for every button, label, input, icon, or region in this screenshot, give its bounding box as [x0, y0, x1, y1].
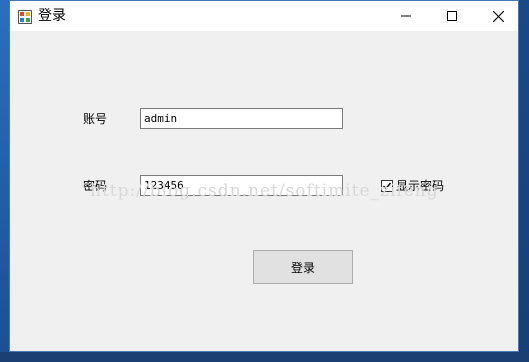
show-password-label: 显示密码 — [396, 179, 445, 193]
account-label: 账号 — [83, 112, 108, 126]
checkmark-icon — [383, 182, 392, 190]
close-icon — [492, 10, 504, 22]
show-password-checkbox[interactable]: 显示密码 — [381, 177, 444, 194]
app-icon — [18, 9, 32, 24]
minimize-icon — [401, 15, 411, 17]
desktop-background — [0, 0, 9, 362]
maximize-button[interactable] — [429, 1, 475, 31]
password-label: 密码 — [83, 179, 108, 193]
account-input[interactable]: admin — [140, 108, 343, 129]
form-area: 账号 admin 密码 123456 显示密码 登录 http://blog.c… — [10, 31, 518, 351]
close-button[interactable] — [475, 1, 521, 31]
login-button[interactable]: 登录 — [253, 250, 353, 284]
title-bar[interactable]: 登录 — [10, 1, 518, 31]
login-window: 登录 账号 admin 密码 123456 显示密码 登录 http://blo… — [9, 0, 519, 352]
taskbar-edge — [0, 352, 529, 362]
checkbox-box[interactable] — [381, 179, 393, 192]
maximize-icon — [447, 11, 457, 21]
window-title: 登录 — [38, 8, 66, 24]
minimize-button[interactable] — [383, 1, 429, 31]
password-input[interactable]: 123456 — [140, 175, 343, 196]
